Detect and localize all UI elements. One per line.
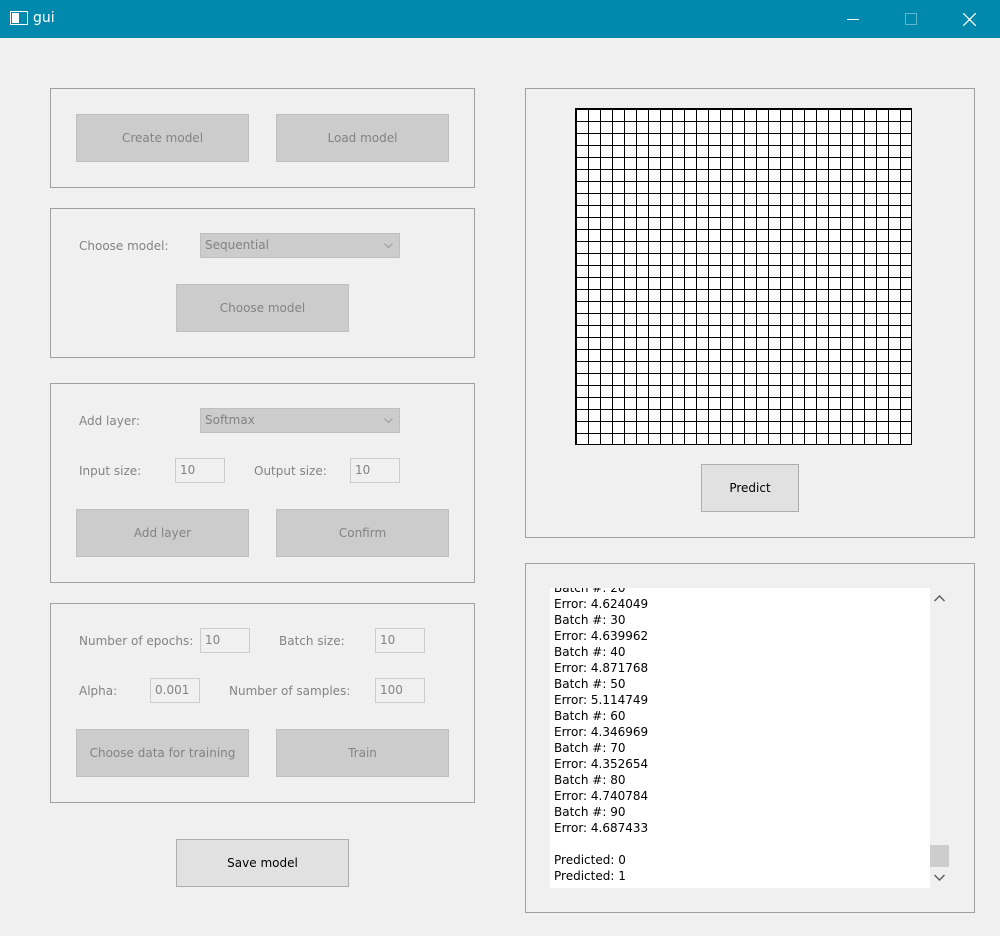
log-line: Batch #: 40 [554, 645, 626, 659]
input-size-field[interactable]: 10 [175, 458, 225, 483]
log-output[interactable]: Batch #: 20 Error: 4.624049 Batch #: 30 Err… [550, 588, 930, 888]
choose-model-label: Choose model: [79, 239, 169, 253]
maximize-icon [905, 13, 917, 25]
title-bar: gui [0, 0, 1000, 38]
choose-model-button[interactable]: Choose model [176, 284, 349, 332]
log-line: Error: 4.624049 [554, 597, 649, 611]
create-model-button[interactable]: Create model [76, 114, 249, 162]
close-button[interactable] [946, 0, 992, 38]
log-line: Error: 4.687433 [554, 821, 649, 835]
train-button[interactable]: Train [276, 729, 449, 777]
choose-data-button[interactable]: Choose data for training [76, 729, 249, 777]
output-size-field[interactable]: 10 [350, 458, 400, 483]
layer-type-select[interactable]: Softmax [200, 408, 400, 433]
app-icon [10, 11, 28, 25]
log-line: Predicted: 0 [554, 853, 626, 867]
confirm-button[interactable]: Confirm [276, 509, 449, 557]
load-model-button[interactable]: Load model [276, 114, 449, 162]
alpha-label: Alpha: [79, 684, 118, 698]
log-line: Batch #: 20 [554, 588, 626, 595]
chevron-down-icon [384, 243, 393, 249]
samples-label: Number of samples: [229, 684, 351, 698]
log-line: Batch #: 80 [554, 773, 626, 787]
log-lines: Batch #: 20 Error: 4.624049 Batch #: 30 Err… [554, 588, 648, 884]
samples-field[interactable]: 100 [375, 678, 425, 703]
log-line: Error: 4.346969 [554, 725, 649, 739]
epochs-label: Number of epochs: [79, 634, 194, 648]
chevron-up-icon[interactable] [934, 595, 945, 602]
log-line: Batch #: 90 [554, 805, 626, 819]
chevron-down-icon[interactable] [934, 874, 945, 881]
log-line: Error: 4.352654 [554, 757, 649, 771]
add-layer-button[interactable]: Add layer [76, 509, 249, 557]
predict-button[interactable]: Predict [701, 464, 799, 512]
add-layer-label: Add layer: [79, 414, 140, 428]
alpha-field[interactable]: 0.001 [150, 678, 200, 703]
choose-model-group [50, 208, 475, 358]
minimize-button[interactable] [830, 0, 876, 38]
model-type-select[interactable]: Sequential [200, 233, 400, 258]
log-line: Predicted: 1 [554, 869, 626, 883]
log-line: Error: 4.639962 [554, 629, 649, 643]
input-size-label: Input size: [79, 464, 142, 478]
output-size-label: Output size: [254, 464, 327, 478]
log-line: Batch #: 60 [554, 709, 626, 723]
scrollbar-thumb[interactable] [930, 845, 949, 867]
batch-size-label: Batch size: [279, 634, 345, 648]
batch-size-field[interactable]: 10 [375, 628, 425, 653]
epochs-field[interactable]: 10 [200, 628, 250, 653]
window-title: gui [33, 10, 55, 26]
model-type-value: Sequential [205, 238, 269, 252]
log-line: Error: 4.740784 [554, 789, 649, 803]
save-model-button[interactable]: Save model [176, 839, 349, 887]
log-line: Error: 5.114749 [554, 693, 649, 707]
log-line: Error: 4.871768 [554, 661, 649, 675]
log-line: Batch #: 70 [554, 741, 626, 755]
log-line: Batch #: 50 [554, 677, 626, 691]
maximize-button[interactable] [888, 0, 934, 38]
log-scrollbar[interactable] [930, 588, 949, 888]
drawing-canvas[interactable] [575, 108, 912, 445]
chevron-down-icon [384, 418, 393, 424]
close-icon [963, 13, 976, 26]
minimize-icon [847, 19, 859, 20]
layer-type-value: Softmax [205, 413, 255, 427]
log-line: Batch #: 30 [554, 613, 626, 627]
